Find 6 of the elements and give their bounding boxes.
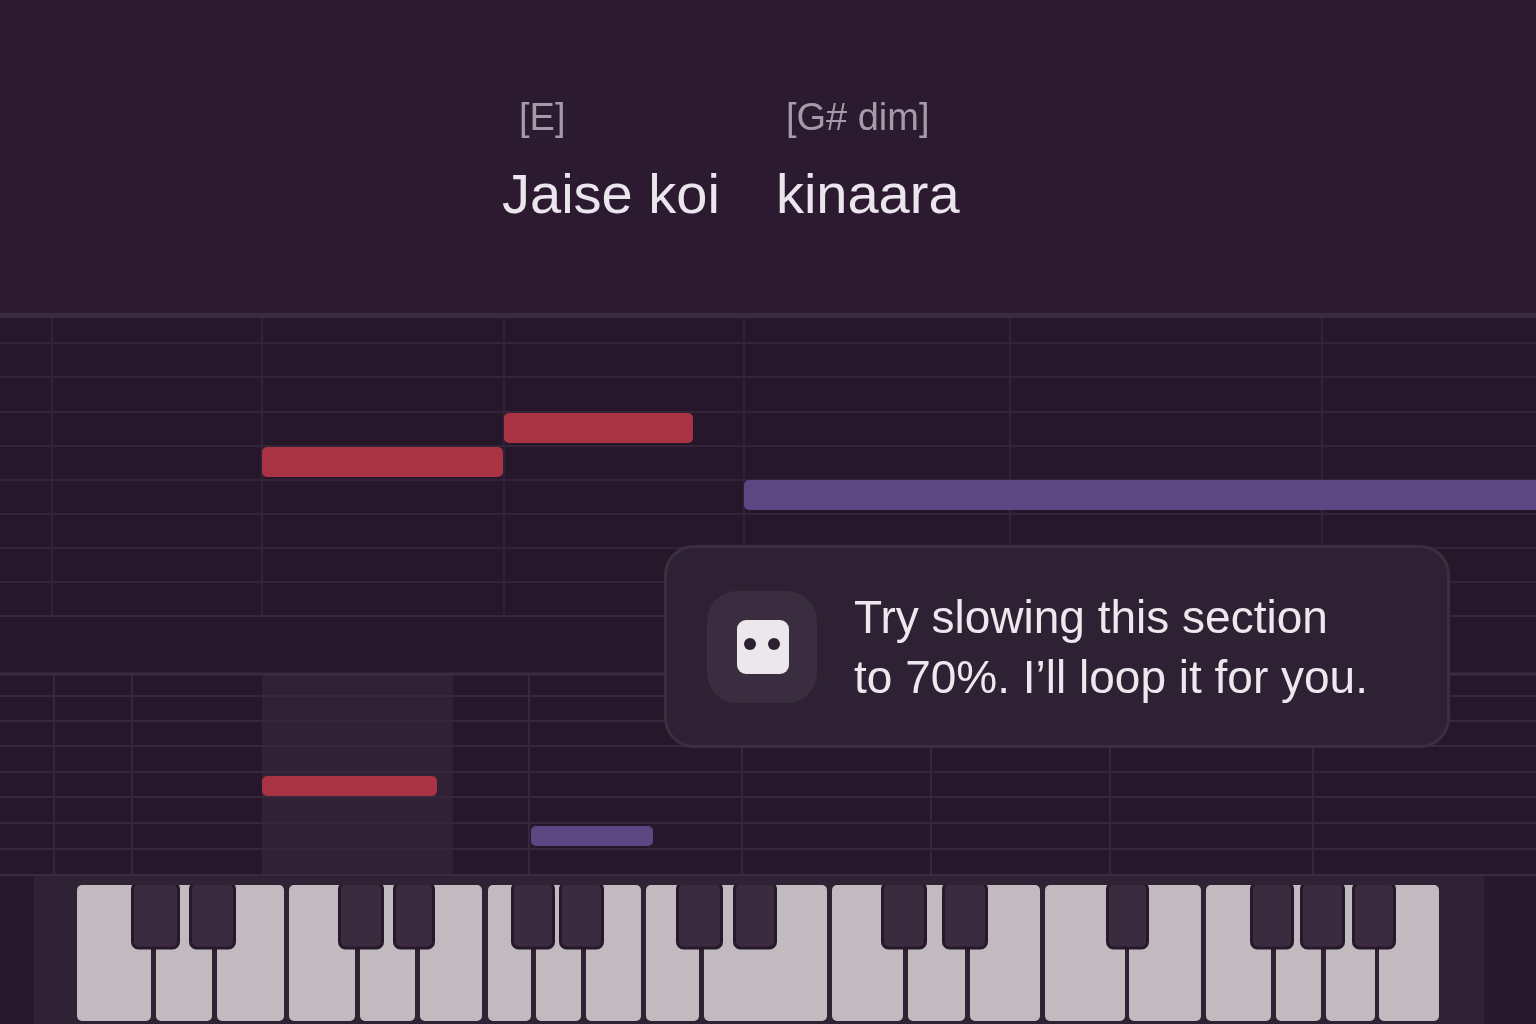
- robot-face-icon: [707, 590, 817, 703]
- lyric-text: kinaara: [775, 166, 960, 222]
- lyric-text: Jaise koi: [502, 166, 720, 222]
- chord-label: [G# dim]: [785, 98, 930, 136]
- tip-message: Try slowing this section to 70%. I’ll loop it for you.: [854, 589, 1369, 705]
- chord-label: [E]: [519, 98, 566, 136]
